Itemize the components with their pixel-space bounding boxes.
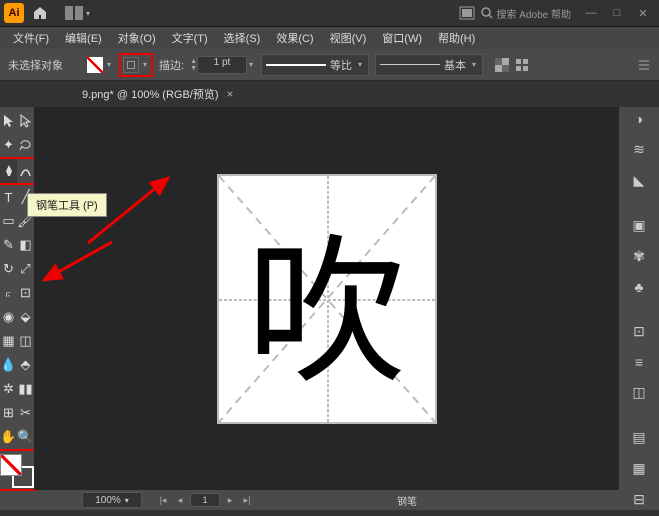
properties-panel-icon[interactable]: ◑ <box>629 111 649 127</box>
menu-help[interactable]: 帮助(H) <box>431 28 482 48</box>
rectangle-tool[interactable]: ▭ <box>0 209 17 233</box>
blend-tool[interactable]: ⬘ <box>17 353 34 377</box>
shaper-tool[interactable]: ✎ <box>0 233 17 257</box>
selection-tool[interactable] <box>0 109 17 133</box>
minimize-button[interactable]: — <box>579 4 603 22</box>
width-tool[interactable]: ⟔ <box>0 281 17 305</box>
dash-sample-icon <box>380 61 440 69</box>
menu-select[interactable]: 选择(S) <box>217 28 268 48</box>
menu-window[interactable]: 窗口(W) <box>375 28 429 48</box>
tool-panel: ✦ T╱ ▭🖌 ✎◧ ↻⤢ ⟔⊡ ◉⬙ ▦◫ 💧⬘ ✲▮▮ ⊞✂ ✋🔍 <box>0 107 34 490</box>
canvas[interactable]: 吹 <box>34 107 619 490</box>
menu-file[interactable]: 文件(F) <box>6 28 56 48</box>
type-tool[interactable]: T <box>0 185 17 209</box>
menu-effect[interactable]: 效果(C) <box>269 28 320 48</box>
home-icon[interactable] <box>32 5 48 21</box>
menu-object[interactable]: 对象(O) <box>111 28 163 48</box>
transform-panel-icon[interactable]: ⊡ <box>629 323 649 340</box>
stroke-width-dropdown[interactable]: ▾ <box>247 57 255 73</box>
close-tab-icon[interactable]: × <box>227 87 234 101</box>
swatches-panel-icon[interactable]: ≋ <box>629 141 649 158</box>
last-page-button[interactable]: ▸| <box>240 493 254 507</box>
zoom-dropdown[interactable]: 100% ▾ <box>82 492 142 508</box>
menu-view[interactable]: 视图(V) <box>323 28 374 48</box>
scale-tool[interactable]: ⤢ <box>17 257 34 281</box>
mesh-tool[interactable]: ▦ <box>0 329 17 353</box>
pathfinder-panel-icon[interactable]: ◫ <box>629 384 649 401</box>
stroke-stepper[interactable]: ▲▼ <box>190 58 197 72</box>
pen-tool[interactable] <box>0 159 17 183</box>
shape-builder-tool[interactable]: ◉ <box>0 305 17 329</box>
style-icon[interactable] <box>515 58 529 72</box>
control-bar: 未选择对象 ▾ ▾ 描边: ▲▼ 1 pt ▾ 等比 ▾ 基本 ▾ <box>0 49 659 81</box>
graph-tool[interactable]: ▮▮ <box>17 377 34 401</box>
direct-selection-tool[interactable] <box>17 109 34 133</box>
tooltip: 钢笔工具 (P) <box>27 193 107 217</box>
search-box[interactable]: 搜索 Adobe 帮助 <box>481 6 571 21</box>
brush-def[interactable]: 基本 ▾ <box>375 54 483 76</box>
hand-tool[interactable]: ✋ <box>0 425 17 449</box>
fill-stroke-highlight <box>0 449 37 491</box>
workspace-icon[interactable] <box>459 6 475 20</box>
artboards-panel-icon[interactable]: ▦ <box>629 460 649 477</box>
fill-swatch[interactable] <box>87 57 103 73</box>
perspective-tool[interactable]: ⬙ <box>17 305 34 329</box>
appearance-panel-icon[interactable]: ⊟ <box>629 491 649 508</box>
dropdown-arrow-icon[interactable]: ▾ <box>84 5 92 21</box>
search-placeholder: 搜索 Adobe 帮助 <box>497 6 571 21</box>
close-button[interactable]: ✕ <box>631 4 655 22</box>
document-tab[interactable]: 9.png* @ 100% (RGB/预览) × <box>72 82 244 106</box>
status-bar: 100% ▾ |◂ ◂ ▸ ▸| 钢笔 <box>0 490 659 510</box>
line-sample-icon <box>266 64 326 66</box>
stroke-label: 描边: <box>159 57 184 73</box>
opacity-icon[interactable] <box>495 58 509 72</box>
search-icon <box>481 7 493 19</box>
app-logo: Ai <box>4 3 24 23</box>
align-panel-icon[interactable]: ≡ <box>629 354 649 370</box>
menu-bar: 文件(F) 编辑(E) 对象(O) 文字(T) 选择(S) 效果(C) 视图(V… <box>0 27 659 49</box>
layers-panel-icon[interactable]: ▤ <box>629 429 649 446</box>
color-panel-icon[interactable]: ♣ <box>629 279 649 295</box>
fill-color[interactable] <box>0 454 22 476</box>
right-panel: ◑ ≋ ◣ ▣ ✾ ♣ ⊡ ≡ ◫ ▤ ▦ ⊟ <box>619 107 659 490</box>
stroke-width[interactable]: 1 pt <box>197 56 247 74</box>
artboard-tool[interactable]: ⊞ <box>0 401 17 425</box>
pen-tool-highlight <box>0 157 36 185</box>
zoom-tool[interactable]: 🔍 <box>17 425 34 449</box>
slice-tool[interactable]: ✂ <box>17 401 34 425</box>
current-tool-label: 钢笔 <box>397 493 417 508</box>
eyedropper-tool[interactable]: 💧 <box>0 353 17 377</box>
stroke-swatch[interactable] <box>123 57 139 73</box>
first-page-button[interactable]: |◂ <box>156 493 170 507</box>
lasso-tool[interactable] <box>17 133 34 157</box>
gradient-tool[interactable]: ◫ <box>17 329 34 353</box>
prev-page-button[interactable]: ◂ <box>173 493 187 507</box>
stroke-highlight: ▾ <box>119 53 153 77</box>
stroke-dropdown[interactable]: ▾ <box>141 57 149 73</box>
width-profile[interactable]: 等比 ▾ <box>261 54 369 76</box>
eraser-tool[interactable]: ◧ <box>17 233 34 257</box>
document-tab-title: 9.png* @ 100% (RGB/预览) <box>82 86 219 102</box>
page-input[interactable] <box>190 493 220 507</box>
next-page-button[interactable]: ▸ <box>223 493 237 507</box>
arrange-docs-icon[interactable] <box>64 5 84 21</box>
libraries-panel-icon[interactable]: ▣ <box>629 217 649 234</box>
symbol-sprayer-tool[interactable]: ✲ <box>0 377 17 401</box>
free-transform-tool[interactable]: ⊡ <box>17 281 34 305</box>
rotate-tool[interactable]: ↻ <box>0 257 17 281</box>
menu-type[interactable]: 文字(T) <box>165 28 215 48</box>
selection-status: 未选择对象 <box>8 57 63 73</box>
magic-wand-tool[interactable]: ✦ <box>0 133 17 157</box>
menu-edit[interactable]: 编辑(E) <box>58 28 109 48</box>
maximize-button[interactable]: □ <box>605 4 629 22</box>
symbols-panel-icon[interactable]: ✾ <box>629 248 649 265</box>
prefs-icon[interactable] <box>637 58 651 72</box>
glyph-character: 吹 <box>219 176 435 422</box>
fill-stroke-control[interactable] <box>0 454 34 488</box>
brushes-panel-icon[interactable]: ◣ <box>629 172 649 189</box>
page-nav: |◂ ◂ ▸ ▸| <box>156 493 254 507</box>
fill-dropdown[interactable]: ▾ <box>105 57 113 73</box>
artboard[interactable]: 吹 <box>217 174 437 424</box>
curvature-tool[interactable] <box>17 159 34 183</box>
